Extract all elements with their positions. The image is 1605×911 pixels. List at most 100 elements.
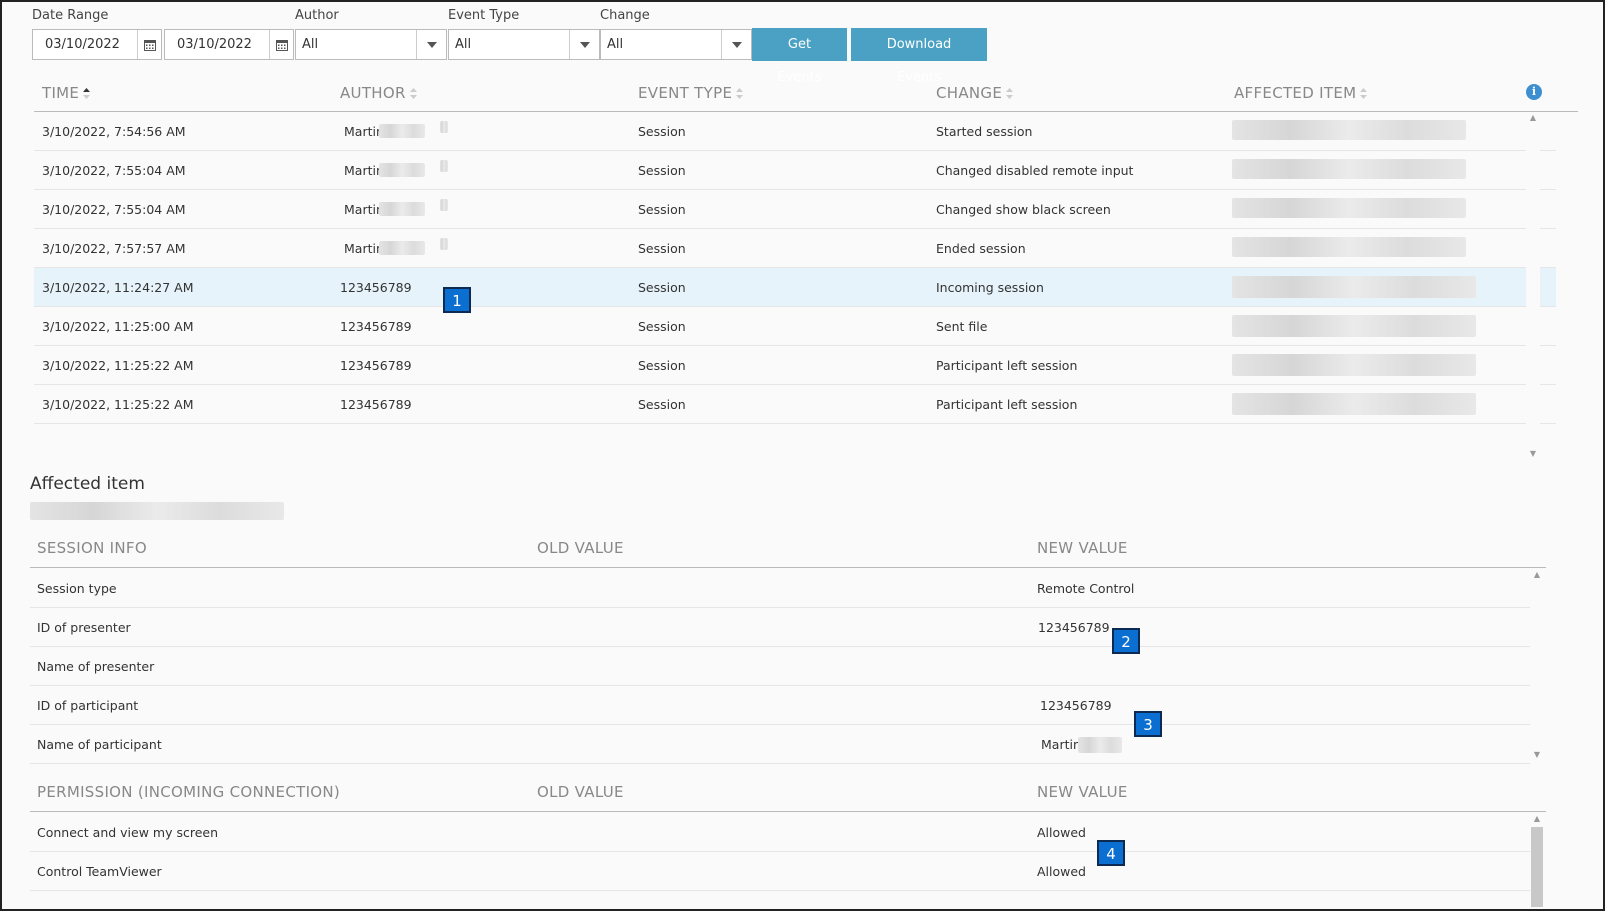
change-cell: Participant left session bbox=[936, 397, 1078, 412]
scroll-down-icon[interactable]: ▼ bbox=[1526, 448, 1540, 460]
change-select[interactable]: All bbox=[600, 29, 752, 60]
column-header-new-value: NEW VALUE bbox=[1037, 783, 1128, 801]
audit-log-frame: Date Range Author Event Type Change 03/1… bbox=[0, 0, 1605, 911]
callout-badge-3: 3 bbox=[1134, 711, 1162, 737]
table-row[interactable]: 3/10/2022, 11:25:22 AM 123456789 Session… bbox=[34, 346, 1556, 385]
row-label: ID of presenter bbox=[37, 620, 131, 635]
events-table-body: 3/10/2022, 7:54:56 AM Martin Session Sta… bbox=[34, 112, 1556, 424]
change-select-value: All bbox=[607, 37, 624, 52]
column-header-time[interactable]: TIME bbox=[42, 84, 91, 103]
redacted-text bbox=[379, 241, 425, 255]
sort-icon[interactable] bbox=[409, 85, 418, 103]
sort-icon[interactable] bbox=[736, 85, 744, 103]
column-header-author[interactable]: AUTHOR bbox=[340, 84, 418, 103]
redacted-text bbox=[379, 163, 425, 177]
column-header-event-type[interactable]: EVENT TYPE bbox=[638, 84, 744, 103]
time-cell: 3/10/2022, 11:25:22 AM bbox=[42, 397, 194, 412]
info-icon[interactable]: i bbox=[1526, 84, 1542, 100]
change-cell: Participant left session bbox=[936, 358, 1078, 373]
table-row-selected[interactable]: 3/10/2022, 11:24:27 AM 123456789 Session… bbox=[34, 268, 1556, 307]
author-cell: Martin bbox=[344, 202, 384, 217]
sort-icon[interactable] bbox=[1360, 85, 1368, 103]
scroll-up-icon[interactable]: ▲ bbox=[1530, 569, 1544, 581]
row-label: Control TeamViewer bbox=[37, 864, 162, 879]
row-label: Session type bbox=[37, 581, 117, 596]
redacted-text bbox=[440, 199, 448, 211]
callout-badge-1: 1 bbox=[443, 287, 471, 313]
new-value-cell: Allowed bbox=[1037, 864, 1086, 879]
session-info-row: Name of participant Martin bbox=[30, 725, 1530, 764]
table-row[interactable]: 3/10/2022, 7:55:04 AM Martin Session Cha… bbox=[34, 151, 1556, 190]
time-cell: 3/10/2022, 7:57:57 AM bbox=[42, 241, 186, 256]
column-header-old-value: OLD VALUE bbox=[537, 539, 624, 557]
time-cell: 3/10/2022, 11:24:27 AM bbox=[42, 280, 194, 295]
calendar-icon[interactable] bbox=[269, 30, 293, 59]
event-type-cell: Session bbox=[638, 280, 686, 295]
date-to-input[interactable]: 03/10/2022 bbox=[164, 29, 294, 60]
scroll-up-icon[interactable]: ▲ bbox=[1530, 813, 1544, 825]
redacted-text bbox=[1078, 737, 1122, 753]
new-value-cell: 123456789 bbox=[1038, 620, 1110, 635]
time-cell: 3/10/2022, 7:54:56 AM bbox=[42, 124, 186, 139]
redacted-affected-item bbox=[1232, 198, 1466, 218]
change-cell: Started session bbox=[936, 124, 1033, 139]
date-from-input[interactable]: 03/10/2022 bbox=[32, 29, 162, 60]
scroll-up-icon[interactable]: ▲ bbox=[1526, 112, 1540, 124]
permission-header: PERMISSION (INCOMING CONNECTION) OLD VAL… bbox=[30, 774, 1546, 812]
author-cell: Martin bbox=[344, 241, 384, 256]
column-header-change[interactable]: CHANGE bbox=[936, 84, 1014, 103]
date-to-value: 03/10/2022 bbox=[177, 37, 252, 52]
row-label: Name of presenter bbox=[37, 659, 155, 674]
scroll-down-icon[interactable]: ▼ bbox=[1530, 749, 1544, 761]
event-type-cell: Session bbox=[638, 397, 686, 412]
chevron-down-icon[interactable] bbox=[721, 30, 751, 59]
session-info-row: Session type Remote Control bbox=[30, 569, 1530, 608]
column-header-permission: PERMISSION (INCOMING CONNECTION) bbox=[37, 783, 341, 801]
session-info-scrollbar[interactable]: ▲ ▼ bbox=[1530, 569, 1544, 763]
redacted-affected-item bbox=[1232, 315, 1476, 337]
date-range-label: Date Range bbox=[32, 8, 109, 23]
row-label: Connect and view my screen bbox=[37, 825, 219, 840]
table-row[interactable]: 3/10/2022, 7:54:56 AM Martin Session Sta… bbox=[34, 112, 1556, 151]
events-scrollbar[interactable]: ▲ ▼ bbox=[1526, 112, 1540, 462]
event-type-cell: Session bbox=[638, 241, 686, 256]
session-info-row: Name of presenter bbox=[30, 647, 1530, 686]
download-events-button[interactable]: Download Events bbox=[851, 28, 987, 85]
author-cell: Martin bbox=[344, 163, 384, 178]
table-row[interactable]: 3/10/2022, 11:25:00 AM 123456789 Session… bbox=[34, 307, 1556, 346]
author-select[interactable]: All bbox=[295, 29, 447, 60]
redacted-affected-item bbox=[1232, 159, 1466, 179]
change-filter-label: Change bbox=[600, 8, 650, 23]
calendar-icon[interactable] bbox=[137, 30, 161, 59]
chevron-down-icon[interactable] bbox=[416, 30, 446, 59]
table-row[interactable]: 3/10/2022, 7:55:04 AM Martin Session Cha… bbox=[34, 190, 1556, 229]
redacted-text bbox=[440, 238, 448, 250]
change-cell: Incoming session bbox=[936, 280, 1044, 295]
sort-icon[interactable] bbox=[83, 85, 91, 103]
sort-icon[interactable] bbox=[1006, 85, 1014, 103]
session-info-row: ID of presenter 123456789 bbox=[30, 608, 1530, 647]
column-header-affected-item[interactable]: AFFECTED ITEM bbox=[1234, 84, 1368, 103]
time-cell: 3/10/2022, 7:55:04 AM bbox=[42, 202, 186, 217]
time-cell: 3/10/2022, 7:55:04 AM bbox=[42, 163, 186, 178]
change-cell: Sent file bbox=[936, 319, 988, 334]
callout-badge-4: 4 bbox=[1097, 840, 1125, 866]
chevron-down-icon[interactable] bbox=[569, 30, 599, 59]
date-from-value: 03/10/2022 bbox=[45, 37, 120, 52]
get-events-button[interactable]: Get Events bbox=[752, 28, 847, 85]
permission-scrollbar[interactable]: ▲ bbox=[1530, 813, 1544, 909]
event-type-select[interactable]: All bbox=[448, 29, 600, 60]
author-cell: Martin bbox=[344, 124, 384, 139]
event-type-select-value: All bbox=[455, 37, 472, 52]
column-header-session-info: SESSION INFO bbox=[37, 539, 147, 557]
table-row[interactable]: 3/10/2022, 11:25:22 AM 123456789 Session… bbox=[34, 385, 1556, 424]
time-cell: 3/10/2022, 11:25:00 AM bbox=[42, 319, 194, 334]
session-info-row: ID of participant 123456789 bbox=[30, 686, 1530, 725]
table-row[interactable]: 3/10/2022, 7:57:57 AM Martin Session End… bbox=[34, 229, 1556, 268]
redacted-affected-item-name bbox=[30, 502, 284, 520]
event-type-filter-label: Event Type bbox=[448, 8, 520, 23]
scrollbar-thumb[interactable] bbox=[1531, 827, 1543, 907]
events-table-header: TIME AUTHOR EVENT TYPE CHANGE AFFECTED I… bbox=[34, 76, 1578, 112]
event-type-cell: Session bbox=[638, 163, 686, 178]
author-cell: 123456789 bbox=[340, 358, 412, 373]
